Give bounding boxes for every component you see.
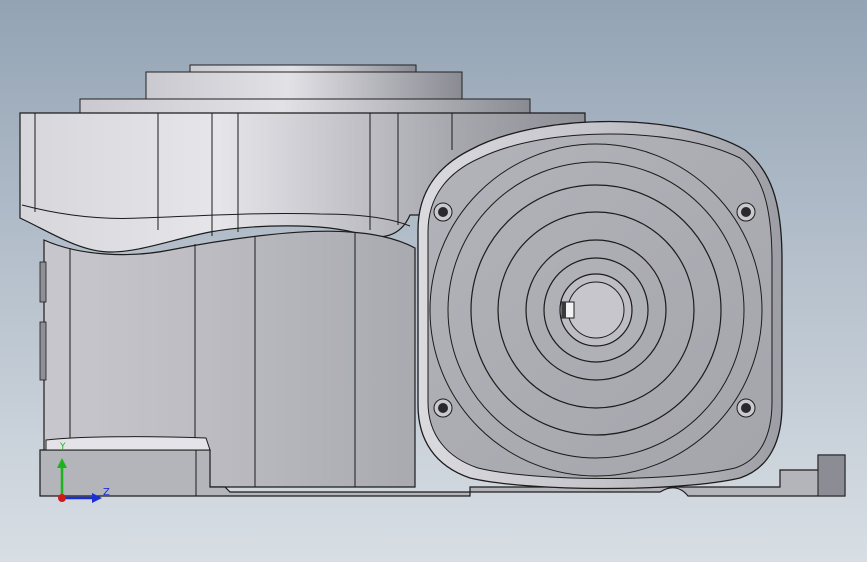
y-axis-label: Y — [60, 442, 66, 452]
cad-graphics-viewport[interactable]: Y Z — [0, 0, 867, 562]
gearbox-model[interactable] — [0, 0, 867, 562]
top-output-rings — [79, 64, 531, 114]
input-flange — [417, 120, 783, 490]
x-axis-origin — [58, 494, 66, 502]
z-axis-label: Z — [103, 487, 110, 498]
